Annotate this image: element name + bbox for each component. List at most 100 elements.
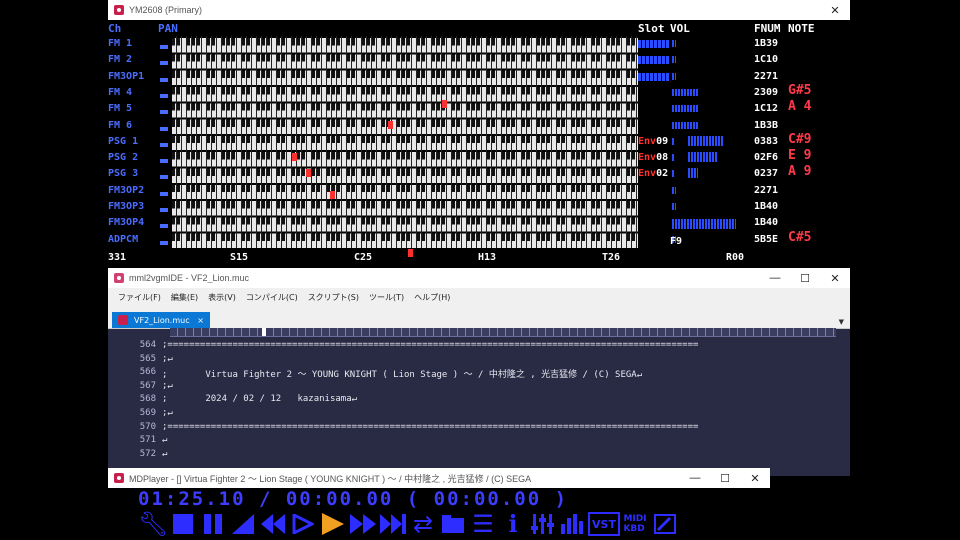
fnum-value: 0383: [754, 135, 779, 147]
ym-status-row: 331 S15 C25 H13 T26 R00: [108, 252, 850, 266]
code-line: ;=======================================…: [162, 340, 699, 350]
tab-close-icon[interactable]: ×: [197, 316, 204, 325]
loop-mode-icon[interactable]: ⇄: [408, 511, 438, 537]
note-value: A 9: [788, 164, 812, 180]
ide-titlebar[interactable]: mml2vgmIDE - VF2_Lion.muc — ☐ ✕: [108, 268, 850, 288]
header-slot: Slot: [638, 22, 665, 35]
tab-dropdown-icon[interactable]: ▼: [839, 318, 844, 326]
note-value: C#5: [788, 229, 812, 245]
pan-indicator: [160, 224, 168, 229]
playback-timer: 01:25.10 / 00:00.00 ( 00:00.00 ): [138, 488, 569, 510]
fade-out-icon[interactable]: [228, 511, 258, 537]
ide-app-icon: [114, 273, 124, 283]
close-icon[interactable]: ✕: [820, 272, 850, 285]
status-s: S15: [230, 252, 249, 263]
menu-item[interactable]: 表示(V): [208, 292, 236, 303]
menu-item[interactable]: ヘルプ(H): [414, 292, 450, 303]
previous-icon[interactable]: [258, 511, 288, 537]
fnum-value: 2271: [754, 184, 779, 196]
maximize-icon[interactable]: ☐: [710, 472, 740, 485]
psg-volume-meter: [688, 168, 698, 179]
next-icon[interactable]: [378, 511, 408, 537]
pan-indicator: [160, 175, 168, 180]
pan-indicator: [160, 126, 168, 131]
line-number: 567: [139, 380, 156, 391]
header-note: NOTE: [788, 22, 815, 35]
fnum-value: 5B5E: [754, 233, 779, 245]
key-on-marker: [330, 191, 335, 199]
mdplayer-app-icon: [114, 5, 124, 15]
vst-icon[interactable]: VST: [588, 512, 620, 536]
fnum-value: 1B3B: [754, 119, 779, 131]
fnum-value: 1B40: [754, 217, 779, 229]
tab-vf2-lion[interactable]: VF2_Lion.muc ×: [112, 312, 210, 328]
minimize-icon[interactable]: —: [680, 472, 710, 484]
close-icon[interactable]: ✕: [820, 4, 850, 17]
line-number: 570: [139, 421, 156, 432]
volume-meter: [672, 137, 675, 145]
code-line: ↵: [162, 435, 168, 446]
mixer-icon[interactable]: [528, 511, 558, 537]
playlist-icon[interactable]: ☰: [468, 511, 498, 537]
channel-label: FM3OP2: [108, 184, 145, 196]
line-number: 569: [139, 408, 156, 418]
channel-label: ADPCM: [108, 233, 139, 245]
info-icon[interactable]: ℹ︎: [498, 511, 528, 537]
fnum-value: 1C12: [754, 103, 779, 115]
slot-meter: [638, 40, 670, 48]
pan-indicator: [160, 240, 168, 245]
volume-meter: [672, 121, 698, 129]
maximize-icon[interactable]: ☐: [790, 272, 820, 285]
open-folder-icon[interactable]: [438, 511, 468, 537]
header-pan: PAN: [158, 22, 178, 35]
menu-item[interactable]: 編集(E): [171, 292, 198, 303]
edit-icon[interactable]: [650, 511, 680, 537]
mdplayer-titlebar[interactable]: MDPlayer - [] Virtua Fighter 2 ～ Lion St…: [108, 468, 770, 488]
midi-keyboard-icon[interactable]: MIDI KBD: [620, 511, 650, 537]
stop-icon[interactable]: [168, 511, 198, 537]
file-icon: [118, 315, 128, 325]
settings-wrench-icon[interactable]: 🔧︎: [138, 511, 168, 537]
pause-icon[interactable]: [198, 511, 228, 537]
status-r: R00: [726, 252, 745, 263]
line-number-gutter: 564 565 566 567 568 569 570 571 572: [108, 338, 162, 476]
code-line: ;↵: [162, 408, 173, 418]
ide-title: mml2vgmIDE - VF2_Lion.muc: [129, 273, 250, 283]
status-t: T26: [602, 252, 621, 263]
header-fnum: FNUM: [754, 22, 781, 35]
note-value: E 9: [788, 148, 812, 164]
volume-meter: [672, 56, 676, 64]
tab-label: VF2_Lion.muc: [134, 315, 190, 325]
minimize-icon[interactable]: —: [760, 272, 790, 284]
volume-meter: [672, 72, 676, 80]
adpcm-volume-meter: [672, 219, 736, 230]
menu-item[interactable]: コンパイル(C): [246, 292, 298, 303]
key-on-marker: [306, 169, 311, 177]
volume-meter: [672, 154, 675, 162]
play-icon[interactable]: [318, 511, 348, 537]
code-editor[interactable]: ;=======================================…: [162, 338, 836, 476]
ym2608-title: YM2608 (Primary): [129, 5, 203, 15]
pan-indicator: [160, 77, 168, 82]
channel-label: FM3OP3: [108, 201, 145, 212]
line-number: 572: [139, 448, 156, 459]
fnum-value: 0237: [754, 168, 779, 180]
channel-label: FM 4: [108, 86, 133, 98]
channel-label: FM3OP1: [108, 70, 145, 82]
env-value: 09: [656, 135, 669, 147]
menu-item[interactable]: ファイル(F): [118, 292, 161, 303]
menu-bar: ファイル(F) 編集(E) 表示(V) コンパイル(C) スクリプト(S) ツール(T) ヘ…: [108, 288, 850, 306]
menu-item[interactable]: スクリプト(S): [308, 292, 359, 303]
mdplayer-window: MDPlayer - [] Virtua Fighter 2 ～ Lion St…: [108, 468, 770, 540]
channel-label: FM3OP4: [108, 217, 145, 229]
close-icon[interactable]: ✕: [740, 472, 770, 485]
menu-item[interactable]: ツール(T): [369, 292, 404, 303]
ym2608-titlebar[interactable]: YM2608 (Primary) ✕: [108, 0, 850, 20]
env-value: 02: [656, 168, 669, 180]
fast-forward-icon[interactable]: [348, 511, 378, 537]
slow-icon[interactable]: [288, 511, 318, 537]
env-label: Env: [638, 168, 657, 180]
code-line: ↵: [162, 448, 168, 459]
transport-controls: 🔧︎ ⇄ ☰ ℹ︎ VST MIDI KBD: [138, 510, 680, 538]
level-meter-icon[interactable]: [558, 511, 588, 537]
